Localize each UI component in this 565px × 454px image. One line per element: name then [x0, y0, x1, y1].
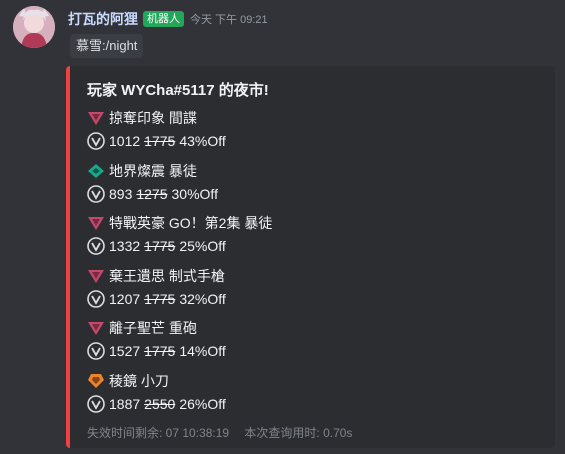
message-timestamp: 今天 下午 09:21: [190, 14, 268, 26]
select-tier-icon: [88, 163, 104, 178]
premium-tier-icon: [88, 269, 104, 283]
item-name: 特戰英豪 GO！第2集 暴徒: [109, 215, 273, 232]
avatar[interactable]: [13, 6, 55, 48]
item-name: 掠奪印象 間諜: [109, 110, 197, 126]
store-item: 離子聖芒 重砲 1527 1775 14%Off: [87, 318, 272, 371]
premium-tier-icon: [88, 217, 104, 231]
item-original-price: 1775: [144, 343, 176, 360]
item-discount: 26%Off: [179, 395, 226, 412]
item-name: 稜鏡 小刀: [109, 372, 169, 389]
valorant-points-icon: [87, 237, 105, 255]
item-name: 離子聖芒 重砲: [109, 320, 197, 337]
item-price: 1332: [109, 238, 141, 255]
item-price: 1527: [109, 343, 141, 360]
author-name[interactable]: 打瓦的阿狸: [68, 9, 138, 29]
item-name: 棄王遺思 制式手槍: [109, 267, 225, 284]
item-discount: 30%Off: [171, 185, 218, 202]
item-original-price: 1775: [144, 133, 176, 149]
store-item-list: 掠奪印象 間諜 1012 1775 43%Off 地界燦震 暴徒 893 127…: [87, 108, 272, 424]
store-item: 棄王遺思 制式手槍 1207 1775 32%Off: [87, 266, 272, 319]
store-item: 稜鏡 小刀 1887 2550 26%Off: [87, 371, 272, 424]
store-item: 地界燦震 暴徒 893 1275 30%Off: [87, 161, 272, 214]
embed-title: 玩家 WYCha#5117 的夜市!: [87, 82, 269, 99]
item-price: 1887: [109, 395, 141, 412]
valorant-points-icon: [87, 184, 105, 203]
command-text: 慕雪:/night: [70, 34, 144, 58]
item-original-price: 2550: [144, 395, 176, 412]
embed-card: 玩家 WYCha#5117 的夜市! 掠奪印象 間諜 1012 1775 43%…: [66, 66, 555, 448]
valorant-points-icon: [87, 289, 105, 308]
item-discount: 32%Off: [179, 290, 226, 307]
item-original-price: 1775: [144, 238, 176, 255]
embed-footer: 失效时间剩余: 07 10:38:19 本次查询用时: 0.70s: [87, 424, 352, 441]
expiry-time: 失效时间剩余: 07 10:38:19: [87, 426, 230, 440]
query-time: 本次查询用时: 0.70s: [244, 426, 353, 440]
item-discount: 25%Off: [179, 238, 226, 255]
store-item: 特戰英豪 GO！第2集 暴徒 1332 1775 25%Off: [87, 213, 272, 266]
item-original-price: 1275: [136, 185, 168, 202]
item-discount: 14%Off: [179, 343, 226, 360]
item-discount: 43%Off: [179, 133, 226, 149]
premium-tier-icon: [88, 112, 104, 125]
store-item: 掠奪印象 間諜 1012 1775 43%Off: [87, 108, 272, 161]
bot-badge: 机器人: [143, 11, 184, 27]
message-header: 打瓦的阿狸 机器人 今天 下午 09:21: [68, 10, 268, 28]
item-original-price: 1775: [144, 290, 176, 307]
valorant-points-icon: [87, 395, 105, 413]
item-price: 1012: [109, 133, 141, 149]
exclusive-tier-icon: [88, 373, 104, 388]
item-name: 地界燦震 暴徒: [109, 162, 197, 179]
valorant-points-icon: [87, 132, 105, 150]
valorant-points-icon: [87, 342, 105, 361]
item-price: 893: [109, 185, 133, 202]
premium-tier-icon: [88, 322, 104, 336]
bot-message: 打瓦的阿狸 机器人 今天 下午 09:21 慕雪:/night 玩家 WYCha…: [0, 0, 565, 454]
item-price: 1207: [109, 290, 141, 307]
